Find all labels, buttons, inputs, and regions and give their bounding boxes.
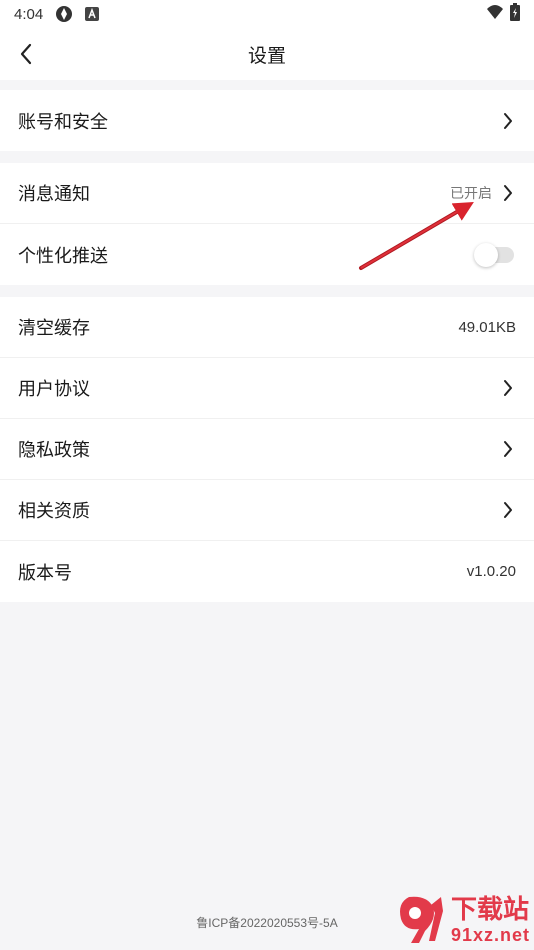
row-version: 版本号 v1.0.20 [0,541,534,602]
settings-group-account: 账号和安全 [0,90,534,151]
settings-group-misc: 清空缓存 49.01KB 用户协议 隐私政策 相关资质 版本号 v1.0.20 [0,297,534,602]
row-label: 隐私政策 [18,440,90,461]
chevron-right-icon [500,500,516,520]
app-header: 设置 [0,28,534,80]
row-account-security[interactable]: 账号和安全 [0,90,534,151]
back-button[interactable] [12,40,40,68]
row-label: 个性化推送 [18,245,108,267]
row-label: 相关资质 [18,501,90,522]
status-bar: 4:04 [0,0,534,28]
chevron-right-icon [500,439,516,459]
row-label: 版本号 [18,562,72,584]
sync-icon [55,5,73,23]
row-label: 用户协议 [18,379,90,400]
chevron-right-icon [500,378,516,398]
row-label: 清空缓存 [18,318,90,339]
page-title: 设置 [247,44,286,67]
row-label: 账号和安全 [18,111,108,133]
row-clear-cache[interactable]: 清空缓存 49.01KB [0,297,534,358]
watermark-title: 下载站 [450,895,529,925]
row-label: 消息通知 [18,184,90,205]
cache-size: 49.01KB [458,318,516,336]
row-privacy-policy[interactable]: 隐私政策 [0,419,534,480]
app-a-icon [83,5,101,23]
wifi-icon [486,4,504,24]
chevron-left-icon [20,43,32,65]
chevron-right-icon [500,111,516,131]
status-time: 4:04 [14,5,44,23]
row-user-agreement[interactable]: 用户协议 [0,358,534,419]
site-watermark: 下载站 91xz.net [364,890,534,950]
battery-icon [510,3,520,25]
watermark-domain: 91xz.net [450,925,530,945]
watermark-logo-icon [399,896,443,943]
annotation-arrow [359,201,474,270]
row-qualifications[interactable]: 相关资质 [0,480,534,541]
chevron-right-icon [500,183,516,203]
version-number: v1.0.20 [466,563,516,580]
